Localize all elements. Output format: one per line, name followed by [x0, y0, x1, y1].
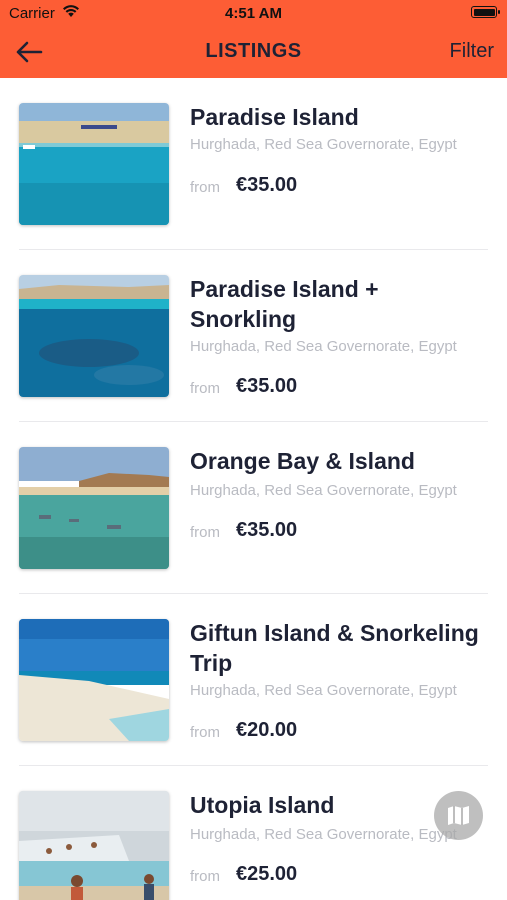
listing-price: €35.00	[236, 519, 298, 541]
listing-location: Hurghada, Red Sea Governorate, Egypt	[190, 826, 457, 843]
listing-price: €25.00	[236, 863, 298, 885]
listing-price: €35.00	[236, 174, 298, 196]
price-from-label: from	[190, 380, 220, 397]
listing-photo	[19, 619, 169, 741]
price-from-label: from	[190, 179, 220, 196]
page-title: LISTINGS	[205, 40, 302, 62]
listing-location: Hurghada, Red Sea Governorate, Egypt	[190, 682, 457, 699]
listings-list[interactable]: Paradise Island Hurghada, Red Sea Govern…	[0, 78, 507, 900]
listing-photo	[19, 447, 169, 569]
filter-button[interactable]: Filter	[450, 40, 494, 63]
status-bar: Carrier 4:51 AM	[0, 0, 507, 28]
listing-title: Orange Bay & Island	[190, 448, 415, 474]
price-from-label: from	[190, 724, 220, 741]
listing-location: Hurghada, Red Sea Governorate, Egypt	[190, 136, 457, 153]
map-icon	[448, 806, 469, 825]
listing-title: Paradise Island	[190, 104, 359, 130]
top-bar: Carrier 4:51 AM LISTINGS Filter	[0, 0, 507, 78]
listing-location: Hurghada, Red Sea Governorate, Egypt	[190, 482, 457, 499]
listing-item-orange-bay[interactable]: Orange Bay & Island Hurghada, Red Sea Go…	[0, 422, 507, 594]
price-from-label: from	[190, 524, 220, 541]
listing-item-utopia-island[interactable]: Utopia Island Hurghada, Red Sea Governor…	[0, 766, 507, 900]
map-view-button[interactable]	[434, 791, 483, 840]
listing-photo	[19, 791, 169, 900]
status-time: 4:51 AM	[225, 5, 282, 22]
listing-photo	[19, 275, 169, 397]
listing-title: Giftun Island & Snorkeling Trip	[190, 620, 479, 676]
listing-item-paradise-island[interactable]: Paradise Island Hurghada, Red Sea Govern…	[0, 78, 507, 250]
listing-photo	[19, 103, 169, 225]
price-from-label: from	[190, 868, 220, 885]
listing-item-paradise-island-snorkling[interactable]: Paradise Island + Snorkling Hurghada, Re…	[0, 250, 507, 422]
listing-price: €20.00	[236, 719, 298, 741]
nav-bar: LISTINGS Filter	[0, 28, 507, 78]
listing-price: €35.00	[236, 375, 298, 397]
listing-location: Hurghada, Red Sea Governorate, Egypt	[190, 338, 457, 355]
listing-title: Paradise Island + Snorkling	[190, 276, 379, 332]
listing-item-giftun-island[interactable]: Giftun Island & Snorkeling Trip Hurghada…	[0, 594, 507, 766]
battery-icon	[471, 6, 500, 18]
